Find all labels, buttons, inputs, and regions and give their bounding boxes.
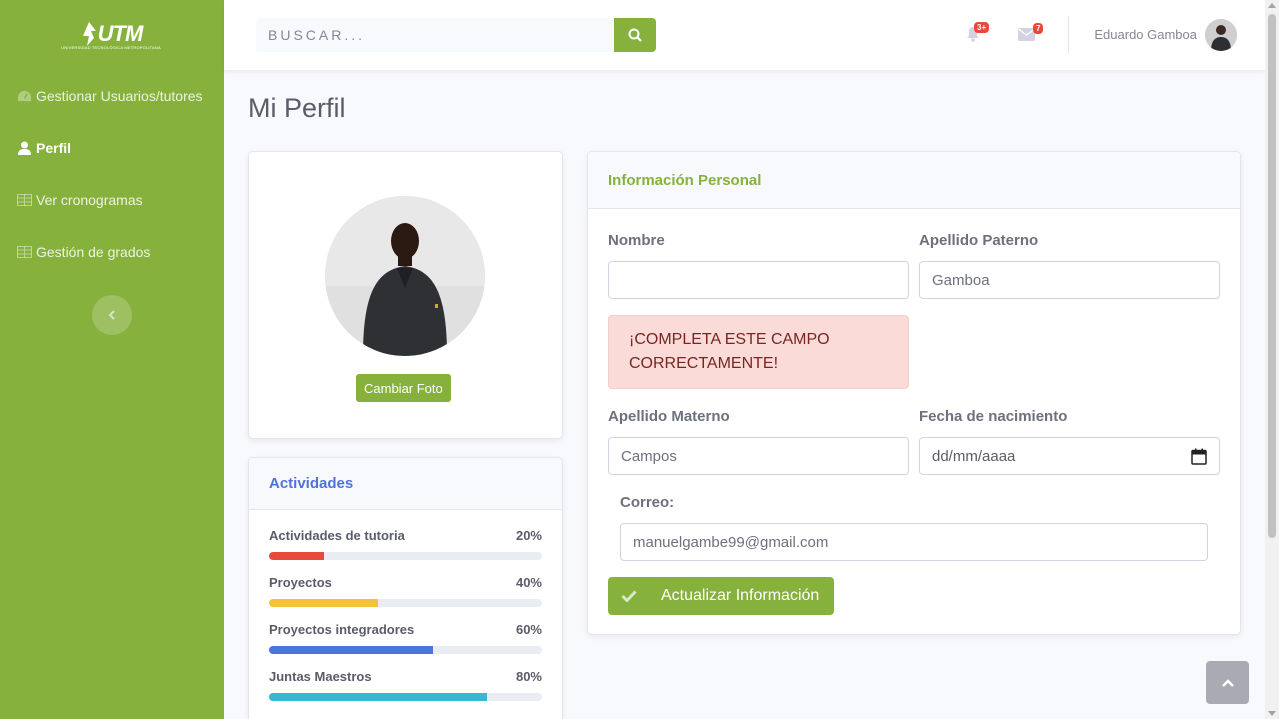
activity-percent: 80% bbox=[515, 669, 542, 684]
progress-bar-fill bbox=[269, 693, 488, 701]
sidebar-toggle-button[interactable] bbox=[92, 295, 132, 335]
scroll-thumb[interactable] bbox=[1268, 14, 1276, 538]
topbar-divider bbox=[1068, 16, 1069, 54]
fecha-nacimiento-label: Fecha de nacimiento bbox=[919, 408, 1068, 425]
update-info-button[interactable]: Actualizar Información bbox=[608, 577, 834, 615]
chevron-up-icon bbox=[1221, 678, 1234, 687]
alerts-badge: 3+ bbox=[974, 22, 990, 33]
brand-name: UTM bbox=[97, 20, 144, 46]
sidebar: UTM UNIVERSIDAD TECNOLÓGICA METROPOLITAN… bbox=[0, 0, 224, 719]
table-icon bbox=[16, 244, 32, 260]
progress-bar-fill bbox=[269, 599, 379, 607]
tachometer-icon bbox=[16, 88, 32, 104]
profile-photo bbox=[325, 196, 485, 356]
activity-percent: 40% bbox=[515, 575, 542, 590]
activity-percent: 20% bbox=[515, 528, 542, 543]
profile-photo-card: Cambiar Foto bbox=[248, 151, 563, 439]
apellido-materno-field[interactable] bbox=[608, 437, 909, 475]
scroll-to-top-button[interactable] bbox=[1206, 661, 1249, 704]
apellido-materno-label: Apellido Materno bbox=[608, 408, 730, 425]
table-icon bbox=[16, 192, 32, 208]
scroll-up-arrow-icon[interactable] bbox=[1268, 3, 1276, 8]
search-input[interactable] bbox=[256, 18, 614, 52]
scroll-down-arrow-icon[interactable] bbox=[1268, 711, 1276, 716]
sidebar-item-ver-cronogramas[interactable]: Ver cronogramas bbox=[16, 192, 143, 208]
user-icon bbox=[16, 140, 32, 156]
update-info-label: Actualizar Información bbox=[661, 587, 820, 604]
sidebar-item-perfil[interactable]: Perfil bbox=[16, 140, 71, 156]
activity-label: Proyectos integradores bbox=[269, 622, 415, 637]
chevron-left-icon bbox=[108, 310, 115, 320]
validation-alert: ¡COMPLETA ESTE CAMPO CORRECTAMENTE! bbox=[608, 315, 909, 389]
nombre-field[interactable] bbox=[608, 261, 909, 299]
personal-info-card: Información Personal Nombre Apellido Pat… bbox=[587, 151, 1241, 635]
sidebar-item-label: Ver cronogramas bbox=[36, 192, 143, 208]
page-title: Mi Perfil bbox=[248, 93, 346, 123]
activity-label: Actividades de tutoria bbox=[269, 528, 405, 543]
page-scrollbar[interactable] bbox=[1265, 0, 1279, 719]
alerts-button[interactable]: 3+ bbox=[966, 22, 990, 47]
nombre-label: Nombre bbox=[608, 232, 665, 249]
topbar: 3+ 7 Eduardo Gamboa bbox=[224, 0, 1265, 70]
sidebar-item-gestion-grados[interactable]: Gestión de grados bbox=[16, 244, 150, 260]
personal-info-header: Información Personal bbox=[588, 152, 1240, 209]
activities-card: Actividades Actividades de tutoria 20% Pr… bbox=[248, 457, 563, 719]
progress-bar-fill bbox=[269, 646, 433, 654]
messages-button[interactable]: 7 bbox=[1018, 23, 1044, 46]
apellido-paterno-label: Apellido Paterno bbox=[919, 232, 1039, 249]
sidebar-item-label: Perfil bbox=[36, 140, 72, 156]
change-photo-button[interactable]: Cambiar Foto bbox=[356, 374, 451, 402]
avatar[interactable] bbox=[1205, 19, 1237, 51]
brand-subtitle: UNIVERSIDAD TECNOLÓGICA METROPOLITANA bbox=[61, 44, 161, 50]
check-icon bbox=[608, 590, 650, 602]
date-placeholder: dd/mm/aaaa bbox=[932, 447, 1016, 465]
leaf-logo-icon bbox=[82, 21, 96, 46]
activity-item: Proyectos 40% bbox=[269, 575, 542, 607]
progress-bar bbox=[269, 552, 542, 560]
fecha-nacimiento-field[interactable]: dd/mm/aaaa bbox=[919, 437, 1220, 475]
progress-bar bbox=[269, 646, 542, 654]
sidebar-item-label: Gestión de grados bbox=[36, 244, 151, 260]
apellido-paterno-field[interactable] bbox=[919, 261, 1220, 299]
activity-percent: 60% bbox=[515, 622, 542, 637]
sidebar-item-label: Gestionar Usuarios/tutores bbox=[36, 88, 203, 104]
calendar-icon[interactable] bbox=[1191, 448, 1207, 465]
sidebar-item-gestionar-usuarios[interactable]: Gestionar Usuarios/tutores bbox=[16, 88, 203, 104]
progress-bar-fill bbox=[269, 552, 324, 560]
email-field[interactable] bbox=[620, 523, 1208, 561]
activity-item: Juntas Maestros 80% bbox=[269, 669, 542, 701]
brand-logo[interactable]: UTM UNIVERSIDAD TECNOLÓGICA METROPOLITAN… bbox=[0, 0, 224, 70]
activity-label: Proyectos bbox=[269, 575, 332, 590]
user-name[interactable]: Eduardo Gamboa bbox=[1094, 27, 1197, 42]
activities-header: Actividades bbox=[249, 458, 562, 510]
correo-label: Correo: bbox=[620, 494, 675, 511]
search-form bbox=[256, 18, 656, 52]
search-button[interactable] bbox=[614, 18, 656, 52]
search-icon bbox=[628, 28, 642, 42]
activity-item: Actividades de tutoria 20% bbox=[269, 528, 542, 560]
activity-item: Proyectos integradores 60% bbox=[269, 622, 542, 654]
messages-badge: 7 bbox=[1033, 23, 1044, 34]
activity-label: Juntas Maestros bbox=[269, 669, 372, 684]
progress-bar bbox=[269, 693, 542, 701]
progress-bar bbox=[269, 599, 542, 607]
